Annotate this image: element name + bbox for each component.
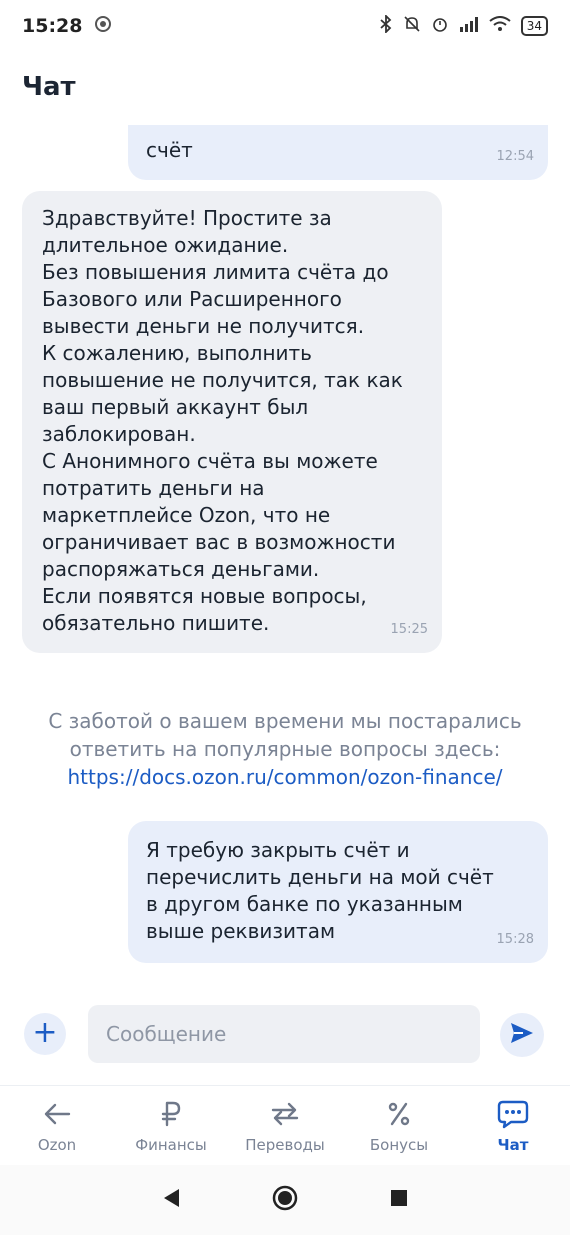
tab-ozon[interactable]: Ozon xyxy=(0,1086,114,1166)
status-bar: 15:28 34 xyxy=(0,0,570,52)
ruble-icon xyxy=(160,1098,182,1130)
system-nav-bar xyxy=(0,1165,570,1235)
wifi-icon xyxy=(489,16,511,36)
message-incoming: Здравствуйте! Простите за длительное ожи… xyxy=(22,191,442,653)
message-text: счёт xyxy=(146,138,193,162)
tab-chat[interactable]: Чат xyxy=(456,1086,570,1166)
transfer-icon xyxy=(269,1098,301,1130)
tab-label: Ozon xyxy=(37,1136,77,1154)
message-composer: + xyxy=(0,1003,570,1063)
bottom-tab-bar: Ozon Финансы Переводы Бонусы Чат xyxy=(0,1085,570,1166)
bluetooth-icon xyxy=(379,13,393,37)
recents-icon[interactable] xyxy=(389,1188,409,1212)
message-outgoing: счёт 12:54 xyxy=(128,125,548,180)
mute-icon xyxy=(403,15,421,37)
percent-icon xyxy=(387,1098,411,1130)
back-icon[interactable] xyxy=(161,1187,181,1213)
send-button[interactable] xyxy=(500,1013,544,1057)
tab-finance[interactable]: Финансы xyxy=(114,1086,228,1166)
message-time: 12:54 xyxy=(496,149,534,164)
page-title: Чат xyxy=(22,72,76,102)
battery-icon: 34 xyxy=(520,16,548,36)
message-time: 15:25 xyxy=(390,622,428,637)
attach-button[interactable]: + xyxy=(24,1013,66,1055)
tab-label: Переводы xyxy=(245,1136,325,1154)
help-link[interactable]: https://docs.ozon.ru/common/ozon-finance… xyxy=(0,763,570,791)
tab-label: Финансы xyxy=(135,1136,207,1154)
message-text: Я требую закрыть счёт и перечислить день… xyxy=(146,838,494,943)
chat-messages[interactable]: счёт 12:54 Здравствуйте! Простите за дли… xyxy=(0,125,570,1005)
chat-icon xyxy=(497,1098,529,1130)
message-outgoing: Я требую закрыть счёт и перечислить день… xyxy=(128,821,548,963)
info-line: С заботой о вашем времени мы постарались xyxy=(48,709,522,733)
message-input[interactable] xyxy=(88,1005,480,1063)
signal-icon xyxy=(459,16,479,36)
info-line: ответить на популярные вопросы здесь: xyxy=(69,737,501,761)
tab-label: Чат xyxy=(497,1136,529,1154)
status-time: 15:28 xyxy=(22,15,83,37)
data-saver-icon xyxy=(94,15,112,38)
arrow-left-icon xyxy=(43,1098,71,1130)
send-icon xyxy=(509,1021,535,1049)
tab-bonuses[interactable]: Бонусы xyxy=(342,1086,456,1166)
tab-label: Бонусы xyxy=(369,1136,429,1154)
tab-transfers[interactable]: Переводы xyxy=(228,1086,342,1166)
info-note: С заботой о вашем времени мы постарались… xyxy=(0,707,570,791)
message-time: 15:28 xyxy=(496,932,534,947)
alarm-icon xyxy=(431,15,449,37)
home-icon[interactable] xyxy=(271,1184,299,1216)
message-text: Здравствуйте! Простите за длительное ожи… xyxy=(42,206,403,635)
